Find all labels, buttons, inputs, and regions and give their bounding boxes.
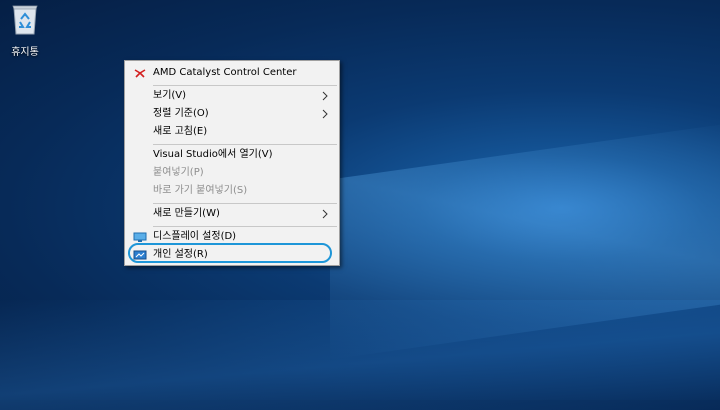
- menu-item-label: 정렬 기준(O): [153, 108, 209, 119]
- desktop-context-menu: AMD Catalyst Control Center 보기(V) 정렬 기준(…: [124, 60, 340, 266]
- menu-separator: [153, 203, 337, 204]
- menu-item-label: AMD Catalyst Control Center: [153, 67, 297, 78]
- menu-item-refresh[interactable]: 새로 고침(E): [126, 123, 338, 141]
- menu-item-paste[interactable]: 붙여넣기(P): [126, 164, 338, 182]
- chevron-right-icon: [322, 91, 328, 101]
- menu-item-sort-by[interactable]: 정렬 기준(O): [126, 105, 338, 123]
- recycle-bin-icon: [12, 5, 38, 35]
- recycle-bin-label: 휴지통: [11, 47, 39, 58]
- menu-separator: [153, 144, 337, 145]
- menu-item-view[interactable]: 보기(V): [126, 87, 338, 105]
- menu-item-label: 새로 만들기(W): [153, 208, 220, 219]
- menu-item-label: 보기(V): [153, 90, 187, 101]
- menu-item-label: 바로 가기 붙여넣기(S): [153, 185, 248, 196]
- amd-logo-icon: [134, 69, 146, 78]
- wallpaper-light-beam-lower: [0, 300, 720, 410]
- menu-item-label: 새로 고침(E): [153, 126, 208, 137]
- menu-item-label: 붙여넣기(P): [153, 167, 204, 178]
- menu-item-label: Visual Studio에서 열기(V): [153, 149, 273, 160]
- chevron-right-icon: [322, 209, 328, 219]
- menu-item-amd-catalyst[interactable]: AMD Catalyst Control Center: [126, 64, 338, 82]
- recycle-bin-desktop-icon[interactable]: 휴지통: [2, 2, 48, 58]
- wallpaper-light-beam: [330, 120, 720, 360]
- display-icon: [133, 232, 147, 242]
- highlight-annotation-ring: [128, 243, 332, 263]
- menu-separator: [153, 226, 337, 227]
- menu-item-open-in-visual-studio[interactable]: Visual Studio에서 열기(V): [126, 146, 338, 164]
- menu-item-paste-shortcut[interactable]: 바로 가기 붙여넣기(S): [126, 182, 338, 200]
- menu-separator: [153, 85, 337, 86]
- menu-item-new[interactable]: 새로 만들기(W): [126, 205, 338, 223]
- chevron-right-icon: [322, 109, 328, 119]
